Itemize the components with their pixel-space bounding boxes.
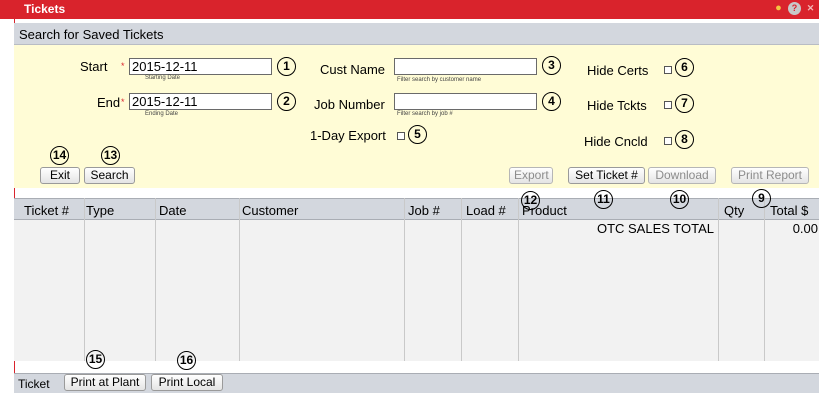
callout-1: 1 xyxy=(277,57,296,76)
job-number-label: Job Number xyxy=(314,97,385,112)
callout-15: 15 xyxy=(86,350,105,369)
cust-name-hint: Filter search by customer name xyxy=(397,77,482,83)
end-required-marker: * xyxy=(121,97,125,107)
col-total[interactable]: Total $ xyxy=(770,203,808,218)
col-divider xyxy=(764,198,765,361)
hide-certs-label: Hide Certs xyxy=(587,63,649,78)
window-title: Tickets xyxy=(24,2,66,16)
start-required-marker: * xyxy=(121,61,125,71)
callout-13: 13 xyxy=(101,146,120,165)
close-icon[interactable]: ✕ xyxy=(804,2,817,15)
callout-12: 12 xyxy=(521,191,540,210)
col-date[interactable]: Date xyxy=(159,203,186,218)
col-divider xyxy=(461,198,462,361)
col-divider xyxy=(518,198,519,361)
callout-10: 10 xyxy=(670,190,689,209)
hide-tckts-checkbox[interactable] xyxy=(664,101,672,109)
callout-7: 7 xyxy=(675,94,694,113)
hide-tckts-label: Hide Tckts xyxy=(587,98,647,113)
cust-name-label: Cust Name xyxy=(320,62,386,77)
start-label: Start xyxy=(80,59,108,74)
col-divider xyxy=(84,198,85,361)
download-button[interactable]: Download xyxy=(648,167,716,184)
print-local-button[interactable]: Print Local xyxy=(151,374,223,391)
search-header: Search for Saved Tickets xyxy=(14,23,819,45)
ticket-grid-body xyxy=(14,220,819,361)
window-titlebar: Tickets ● ? ✕ xyxy=(0,0,819,19)
job-number-hint: Filter search by job # xyxy=(397,111,453,117)
callout-9: 9 xyxy=(752,189,771,208)
ticket-grid-header: Ticket # Type Date Customer Job # Load #… xyxy=(14,198,819,220)
set-ticket-button[interactable]: Set Ticket # xyxy=(568,167,645,184)
col-ticket[interactable]: Ticket # xyxy=(24,203,69,218)
hide-cncld-label: Hide Cncld xyxy=(584,134,648,149)
export-button[interactable]: Export xyxy=(509,167,553,184)
footer-ticket-label: Ticket xyxy=(18,377,50,391)
search-button[interactable]: Search xyxy=(84,167,135,184)
job-number-field[interactable] xyxy=(394,93,537,110)
callout-6: 6 xyxy=(675,58,694,77)
start-hint: Starting Date xyxy=(145,75,181,81)
col-job[interactable]: Job # xyxy=(408,203,440,218)
hide-certs-checkbox[interactable] xyxy=(664,66,672,74)
callout-4: 4 xyxy=(542,92,561,111)
hide-cncld-checkbox[interactable] xyxy=(664,137,672,145)
help-icon[interactable]: ? xyxy=(788,2,801,15)
col-type[interactable]: Type xyxy=(86,203,114,218)
callout-11: 11 xyxy=(594,190,613,209)
col-divider xyxy=(239,198,240,361)
end-label: End xyxy=(97,95,121,110)
one-day-export-label: 1-Day Export xyxy=(310,128,386,143)
exit-button[interactable]: Exit xyxy=(40,167,80,184)
otc-sales-total-label: OTC SALES TOTAL xyxy=(596,221,714,236)
callout-2: 2 xyxy=(277,92,296,111)
end-date-field[interactable]: 2015-12-11 xyxy=(129,93,272,110)
col-qty[interactable]: Qty xyxy=(724,203,744,218)
col-divider xyxy=(404,198,405,361)
callout-3: 3 xyxy=(542,56,561,75)
one-day-export-checkbox[interactable] xyxy=(397,132,405,140)
print-at-plant-button[interactable]: Print at Plant xyxy=(64,374,146,391)
col-load[interactable]: Load # xyxy=(466,203,506,218)
col-customer[interactable]: Customer xyxy=(242,203,298,218)
cust-name-field[interactable] xyxy=(394,58,537,75)
titlebar-icons: ● ? ✕ xyxy=(772,2,817,15)
lightbulb-icon[interactable]: ● xyxy=(772,2,785,15)
callout-16: 16 xyxy=(177,351,196,370)
col-divider xyxy=(155,198,156,361)
callout-5: 5 xyxy=(408,125,427,144)
start-date-field[interactable]: 2015-12-11 xyxy=(129,58,272,75)
callout-8: 8 xyxy=(675,130,694,149)
otc-sales-total-value: 0.00 xyxy=(792,221,818,236)
search-header-title: Search for Saved Tickets xyxy=(19,27,164,42)
end-hint: Ending Date xyxy=(145,111,179,117)
col-divider xyxy=(718,198,719,361)
print-report-button[interactable]: Print Report xyxy=(731,167,809,184)
callout-14: 14 xyxy=(50,146,69,165)
